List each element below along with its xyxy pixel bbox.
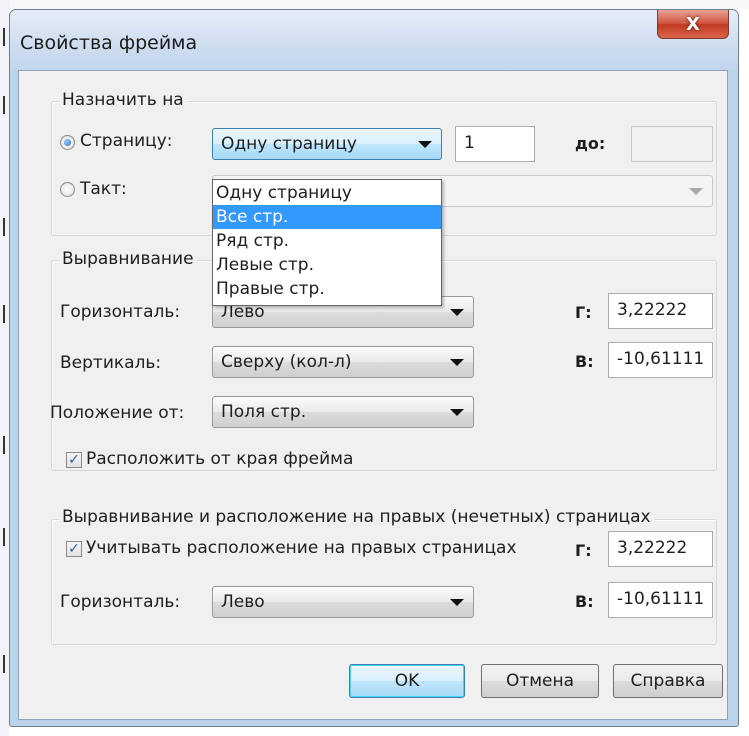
page-number-input[interactable]: 1 [455,126,535,162]
page-scope-option[interactable]: Ряд стр. [213,229,441,253]
horizontal-label: Горизонталь: [60,302,181,322]
background-mark [3,96,5,114]
right-horizontal-select-value: Лево [221,592,265,612]
cancel-button[interactable]: Отмена [481,664,599,698]
page-radio[interactable] [60,135,75,150]
right-v-offset-input[interactable]: -10,61111 [608,582,713,618]
right-h-offset-label: Г: [575,541,592,560]
right-h-offset-value: 3,22222 [617,538,688,558]
chevron-down-icon [450,409,464,416]
position-from-select[interactable]: Поля стр. [212,396,474,428]
to-page-input[interactable] [631,126,713,162]
close-icon: X [686,13,700,35]
page-scope-option[interactable]: Одну страницу [213,181,441,205]
position-from-select-value: Поля стр. [221,402,307,422]
help-button[interactable]: Справка [613,664,723,698]
ok-button[interactable]: OK [349,664,465,698]
frame-edge-checkbox-label: Расположить от края фрейма [86,449,354,469]
consider-right-pages-label: Учитывать расположение на правых страниц… [86,538,517,558]
chevron-down-icon [418,141,432,148]
page-scope-option[interactable]: Правые стр. [213,277,441,301]
right-horizontal-label: Горизонталь: [60,592,181,612]
background-top-edge [0,0,749,9]
chevron-down-icon [689,188,703,195]
right-h-offset-input[interactable]: 3,22222 [608,531,713,567]
right-pages-group-legend: Выравнивание и расположение на правых (н… [59,507,654,527]
beat-radio[interactable] [60,182,75,197]
page-scope-option[interactable]: Левые стр. [213,253,441,277]
consider-right-pages-checkbox[interactable]: ✓ [66,541,82,557]
h-offset-label: Г: [575,303,592,322]
right-v-offset-label: В: [575,592,594,611]
page-scope-select[interactable]: Одну страницу [212,128,442,160]
h-offset-value: 3,22222 [617,300,688,320]
title-bar[interactable]: Свойства фрейма X [10,10,738,70]
background-mark [3,528,5,546]
background-mark [3,218,5,236]
background-mark [3,436,5,454]
dialog-client-area: Назначить на Страницу: Одну страницу 1 д… [18,70,728,720]
page-radio-label: Страницу: [80,131,173,151]
vertical-select[interactable]: Сверху (кол-л) [212,346,474,378]
v-offset-label: В: [575,352,594,371]
right-horizontal-select[interactable]: Лево [212,586,474,618]
checkmark-icon: ✓ [68,541,80,557]
frame-edge-checkbox[interactable]: ✓ [66,452,82,468]
background-mark [3,28,5,46]
page-number-value: 1 [464,133,475,153]
page-scope-option-selected[interactable]: Все стр. [213,205,441,229]
beat-radio-label: Такт: [80,179,127,199]
to-label: до: [575,134,606,153]
frame-properties-dialog: Свойства фрейма X Назначить на Страницу:… [9,9,739,727]
vertical-select-value: Сверху (кол-л) [221,352,352,372]
checkmark-icon: ✓ [68,452,80,468]
chevron-down-icon [450,309,464,316]
alignment-group-legend: Выравнивание [59,249,197,269]
h-offset-input[interactable]: 3,22222 [608,293,713,329]
position-from-label: Положение от: [50,403,185,423]
chevron-down-icon [450,599,464,606]
page-scope-dropdown-list: Одну страницу Все стр. Ряд стр. Левые ст… [212,179,442,306]
assign-group-legend: Назначить на [59,90,187,110]
background-left-edge [0,0,9,736]
background-mark [3,305,5,323]
chevron-down-icon [450,359,464,366]
right-v-offset-value: -10,61111 [617,589,705,609]
close-button[interactable]: X [657,10,729,39]
page-scope-select-value: Одну страницу [221,134,357,154]
vertical-label: Вертикаль: [60,353,162,373]
background-mark [3,655,5,673]
dialog-title: Свойства фрейма [20,32,198,54]
v-offset-value: -10,61111 [617,349,705,369]
v-offset-input[interactable]: -10,61111 [608,342,713,378]
